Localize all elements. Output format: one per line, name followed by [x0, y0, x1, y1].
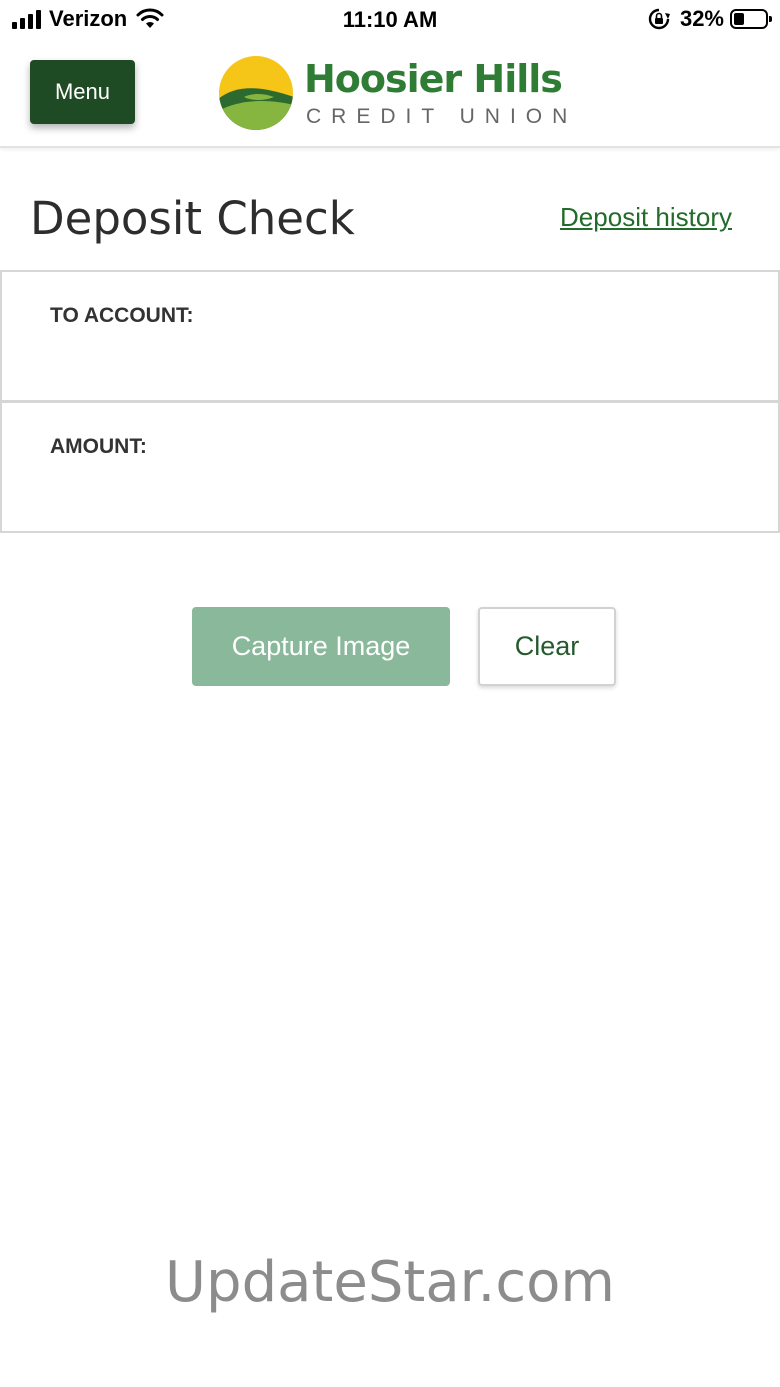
clear-button[interactable]: Clear [478, 607, 616, 686]
rotation-lock-icon [648, 8, 670, 30]
app-header: Menu Hoosier Hills CREDIT UNION [0, 40, 780, 148]
deposit-history-link[interactable]: Deposit history [560, 202, 732, 233]
amount-label: AMOUNT: [50, 435, 147, 458]
status-right: 32% [648, 6, 772, 32]
to-account-selector[interactable]: TO ACCOUNT: [0, 270, 780, 402]
menu-button[interactable]: Menu [30, 60, 135, 124]
logo-name: Hoosier Hills [304, 57, 563, 101]
logo-mark-icon [219, 56, 293, 130]
amount-field[interactable]: AMOUNT: [0, 401, 780, 533]
to-account-label: TO ACCOUNT: [50, 304, 194, 327]
watermark: UpdateStar.com [165, 1250, 615, 1315]
capture-image-button[interactable]: Capture Image [192, 607, 450, 686]
battery-percent: 32% [679, 6, 724, 31]
status-bar: Verizon 11:10 AM 32% [0, 0, 780, 40]
logo-subtitle: CREDIT UNION [306, 105, 578, 128]
battery-icon [730, 9, 772, 29]
logo[interactable]: Hoosier Hills CREDIT UNION [218, 55, 568, 135]
page-title: Deposit Check [30, 192, 355, 245]
